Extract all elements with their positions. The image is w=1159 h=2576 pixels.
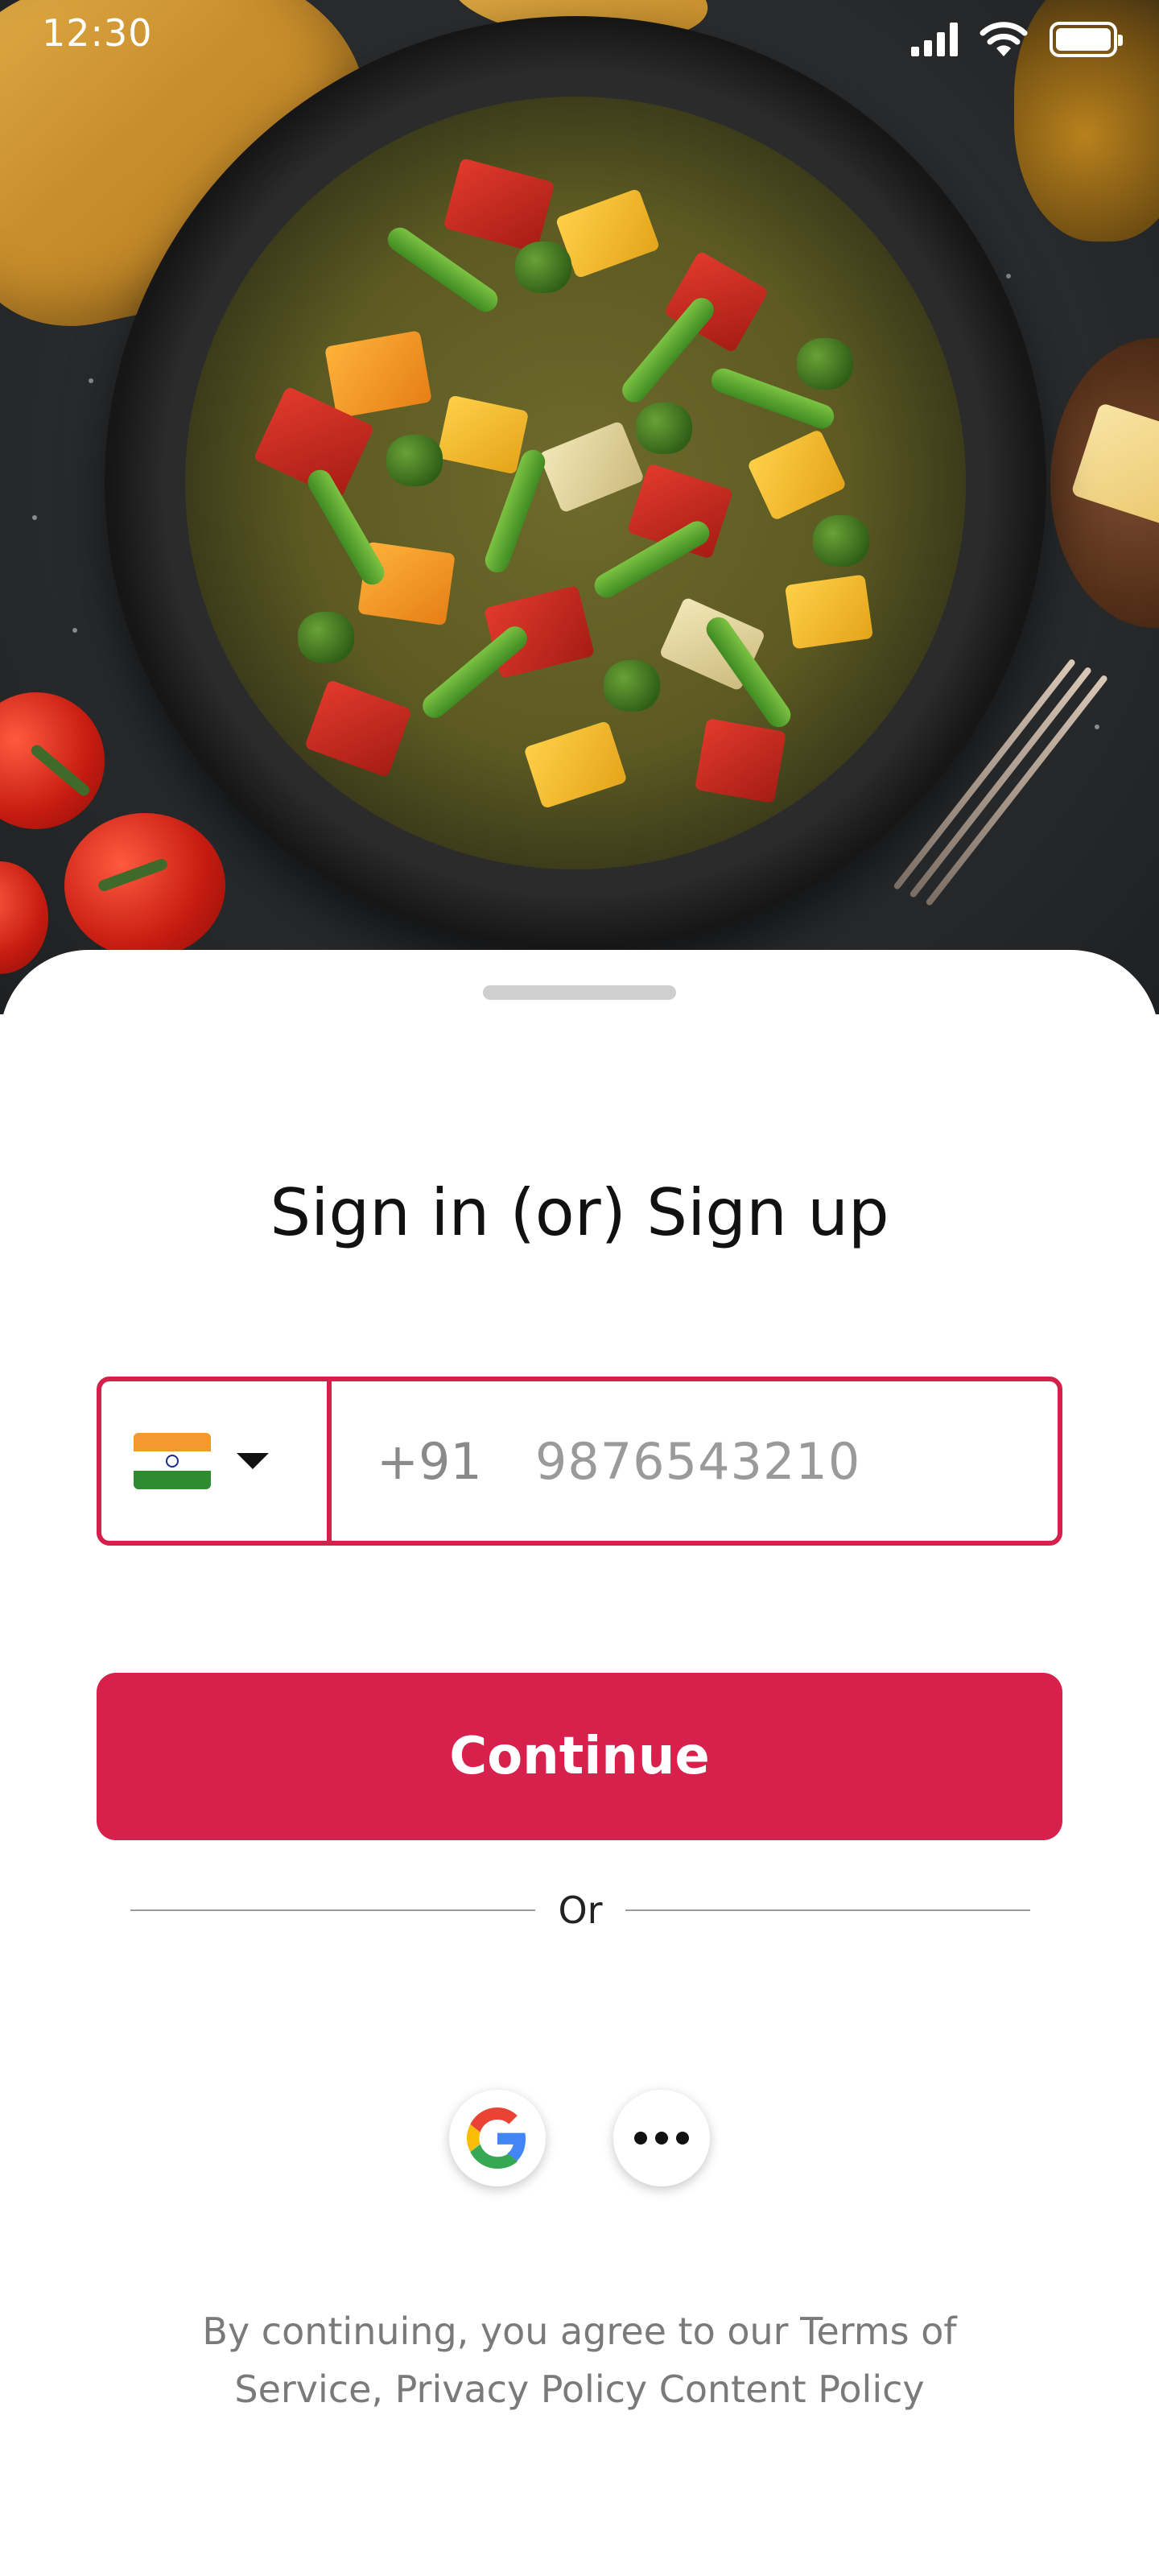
broccoli	[604, 660, 660, 712]
divider-line	[130, 1909, 536, 1911]
dial-code: +91	[377, 1431, 482, 1491]
page-title: Sign in (or) Sign up	[270, 1175, 889, 1250]
tomato	[64, 813, 225, 958]
salt-speck	[1006, 274, 1011, 279]
continue-button[interactable]: Continue	[97, 1673, 1062, 1840]
login-sheet: Sign in (or) Sign up +91 Continue Or	[0, 950, 1159, 2576]
chevron-down-icon	[237, 1453, 269, 1469]
tomato	[0, 861, 48, 974]
more-options-button[interactable]	[613, 2090, 710, 2186]
phone-number-field: +91	[97, 1377, 1062, 1546]
sheet-grabber[interactable]	[483, 985, 676, 1000]
social-login-row	[0, 2090, 1159, 2186]
broccoli	[636, 402, 692, 454]
phone-input-wrap: +91	[332, 1381, 1058, 1541]
broccoli	[515, 242, 571, 293]
salt-speck	[72, 628, 77, 633]
divider-label: Or	[558, 1889, 603, 1932]
google-login-button[interactable]	[449, 2090, 546, 2186]
red-pepper	[694, 718, 787, 803]
onion	[538, 420, 645, 514]
battery-icon	[1050, 22, 1123, 57]
hero-food-image	[0, 0, 1159, 1014]
salt-speck	[89, 378, 93, 383]
status-time: 12:30	[42, 11, 153, 55]
salt-speck	[32, 515, 37, 520]
status-icons	[911, 21, 1123, 58]
cellular-signal-icon	[911, 23, 958, 56]
phone-input[interactable]	[534, 1431, 1050, 1491]
divider-line	[625, 1909, 1030, 1911]
wifi-icon	[980, 22, 1028, 56]
red-pepper	[303, 679, 413, 778]
broccoli	[813, 515, 869, 567]
yellow-pepper	[746, 428, 848, 522]
broccoli	[298, 612, 354, 663]
broccoli	[797, 338, 853, 390]
or-divider: Or	[130, 1882, 1030, 1938]
pan-vegetables	[185, 97, 966, 869]
yellow-pepper	[523, 720, 628, 810]
salt-speck	[1095, 724, 1099, 729]
yellow-pepper	[436, 394, 530, 475]
terms-text: By continuing, you agree to our Terms of…	[202, 2310, 957, 2411]
red-pepper	[443, 158, 555, 253]
broccoli	[386, 435, 443, 486]
orange-pepper	[324, 330, 432, 419]
country-code-picker[interactable]	[101, 1381, 332, 1541]
yellow-pepper	[784, 574, 874, 650]
google-icon	[467, 2107, 526, 2169]
more-options-icon	[634, 2132, 689, 2145]
india-flag-icon	[134, 1433, 211, 1489]
status-bar: 12:30	[0, 0, 1159, 80]
